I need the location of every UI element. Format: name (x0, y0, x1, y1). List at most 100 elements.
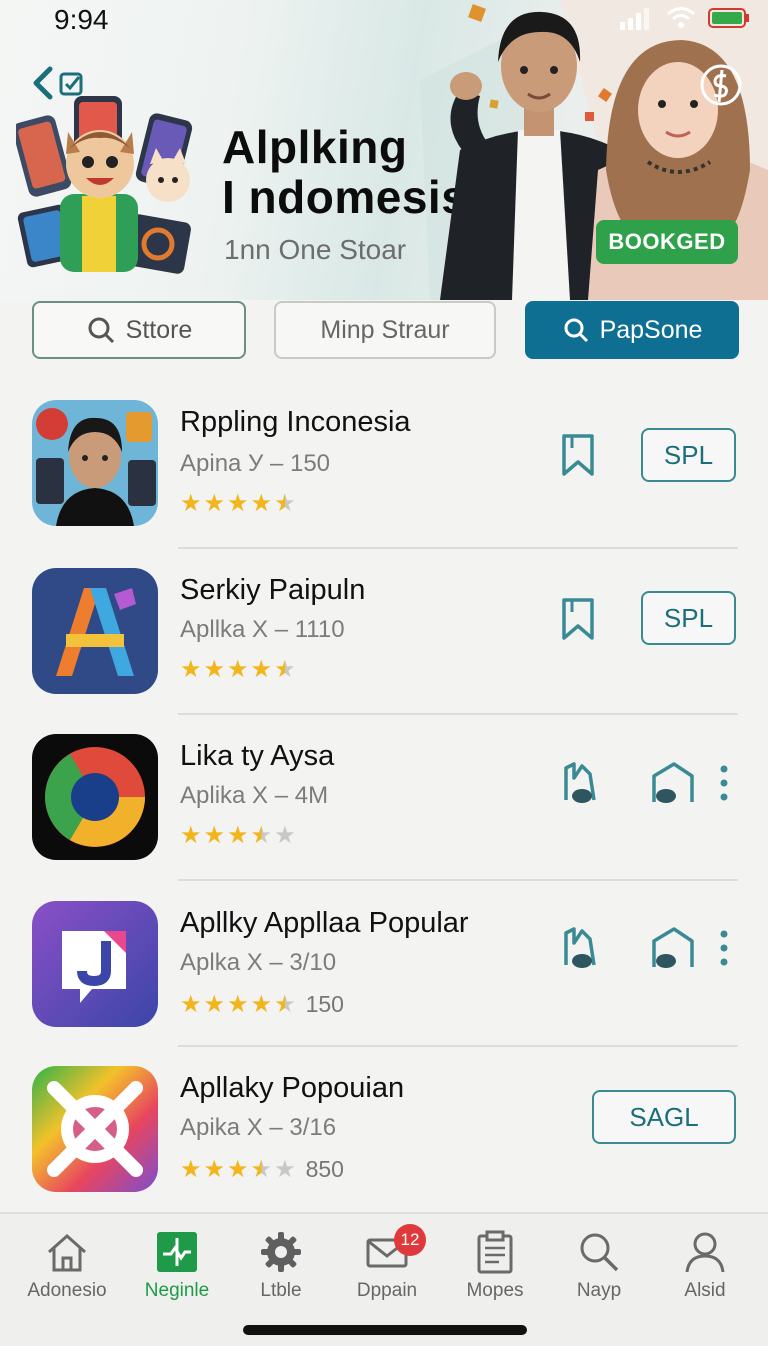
app-meta: Apllka X – 1110 (180, 616, 345, 643)
app-icon (32, 734, 158, 860)
home-outline-icon[interactable] (650, 760, 696, 806)
list-item[interactable]: Lika ty Aysa Aplika X – 4M ★ ★ ★ ★ ★ (0, 732, 768, 898)
nav-item-search[interactable]: Nayp (544, 1230, 654, 1302)
battery-icon (708, 8, 749, 28)
star-rating: ★ ★ ★ ★ ★ (180, 492, 296, 516)
row-divider (178, 547, 738, 549)
profile-icon (685, 1232, 725, 1273)
rating-count: 850 (305, 1156, 344, 1182)
more-vertical-icon[interactable] (718, 764, 730, 804)
store-tab-button[interactable]: Sttore (32, 301, 246, 359)
star-half-icon: ★ (274, 990, 296, 1018)
share-icon[interactable] (560, 760, 600, 806)
nav-item-mopes[interactable]: Mopes (440, 1230, 550, 1302)
share-icon[interactable] (560, 925, 600, 971)
nav-item-home[interactable]: Adonesio (12, 1230, 122, 1302)
list-item[interactable]: Apllaky Popouian Apika X – 3/16 ★ ★ ★ ★ ★ 850… (0, 1064, 768, 1230)
rating-count: 150 (305, 991, 344, 1017)
nav-item-active[interactable]: Neginle (122, 1230, 232, 1302)
app-name: Serkiy Paipuln (180, 574, 366, 606)
app-icon (32, 400, 158, 526)
gear-icon (261, 1232, 301, 1272)
home-indicator[interactable] (243, 1325, 527, 1335)
chart-icon (157, 1232, 197, 1272)
app-name: Apllky Appllaa Popular (180, 907, 469, 939)
star-full-icon: ★ (203, 1155, 226, 1183)
star-empty-icon: ★ (274, 822, 296, 849)
app-meta: Aplika X – 4M (180, 782, 329, 809)
primary-tab-label: PapSone (599, 315, 703, 344)
signal-icon (620, 8, 649, 30)
mascot-illustration (16, 96, 193, 274)
star-full-icon: ★ (250, 490, 273, 517)
nav-item-messages[interactable]: 12 Dppain (332, 1224, 442, 1302)
status-icons (618, 6, 750, 30)
search-icon (88, 317, 114, 344)
app-name: Lika ty Aysa (180, 740, 335, 772)
app-icon (32, 1066, 158, 1192)
store-tab-label: Sttore (125, 315, 193, 344)
star-full-icon: ★ (227, 1155, 249, 1183)
wifi-icon (667, 7, 695, 28)
nav-label: Adonesio (27, 1280, 107, 1301)
star-full-icon: ★ (250, 990, 273, 1018)
nav-label: Ltble (260, 1280, 302, 1301)
star-rating: ★ ★ ★ ★ ★ 150 (180, 991, 344, 1018)
list-item[interactable]: Apllky Appllaa Popular Aplka X – 3/10 ★ ★… (0, 899, 768, 1065)
middle-tab-label: Minp Straur (320, 315, 450, 344)
app-meta: Apina У – 150 (180, 450, 331, 477)
star-full-icon: ★ (227, 490, 249, 517)
bookmark-icon[interactable] (558, 432, 598, 478)
star-rating: ★ ★ ★ ★ ★ (180, 824, 296, 848)
bookmark-icon[interactable] (558, 596, 598, 642)
star-full-icon: ★ (180, 822, 202, 849)
nav-label: Dppain (356, 1280, 418, 1301)
star-half-icon: ★ (274, 656, 296, 683)
star-half-icon: ★ (250, 822, 273, 849)
nav-item-profile[interactable]: Alsid (650, 1230, 760, 1302)
page-subtitle: 1nn One Stoar (224, 234, 407, 265)
star-full-icon: ★ (203, 990, 226, 1018)
primary-search-button[interactable]: PapSone (525, 301, 739, 359)
app-icon (32, 901, 158, 1027)
status-time: 9:94 (54, 4, 109, 35)
clipboard-icon (477, 1230, 513, 1274)
status-bar: 9:94 (0, 0, 768, 40)
star-full-icon: ★ (250, 656, 273, 683)
app-name: Rppling Inconesia (180, 406, 411, 438)
app-action-button[interactable]: SAGL (592, 1090, 736, 1144)
nav-item-settings[interactable]: Ltble (226, 1230, 336, 1302)
notification-badge: 12 (394, 1224, 426, 1256)
nav-label: Nayp (576, 1280, 622, 1301)
star-rating: ★ ★ ★ ★ ★ 850 (180, 1156, 344, 1183)
more-vertical-icon[interactable] (718, 929, 730, 969)
star-full-icon: ★ (227, 822, 249, 849)
middle-tab-button[interactable]: Minp Straur (274, 301, 496, 359)
star-full-icon: ★ (227, 990, 249, 1018)
nav-label: Mopes (466, 1280, 524, 1301)
app-action-button[interactable]: SPL (641, 591, 736, 645)
nav-label: Alsid (684, 1280, 726, 1301)
star-full-icon: ★ (180, 490, 202, 517)
currency-icon[interactable] (698, 62, 744, 108)
home-outline-icon[interactable] (650, 925, 696, 971)
row-divider (178, 1045, 738, 1047)
nav-label: Neginle (144, 1280, 210, 1301)
search-icon (564, 318, 588, 343)
star-full-icon: ★ (180, 990, 202, 1018)
list-item[interactable]: Serkiy Paipuln Apllka X – 1110 ★ ★ ★ ★ ★ SPL (0, 566, 768, 732)
home-icon (48, 1233, 86, 1272)
star-half-icon: ★ (274, 490, 296, 517)
app-action-button[interactable]: SPL (641, 428, 736, 482)
star-rating: ★ ★ ★ ★ ★ (180, 658, 296, 682)
search-icon (580, 1233, 619, 1272)
star-half-icon: ★ (250, 1155, 273, 1183)
star-full-icon: ★ (180, 656, 202, 683)
star-full-icon: ★ (180, 1155, 202, 1183)
list-item[interactable]: Rppling Inconesia Apina У – 150 ★ ★ ★ ★ ★ SP… (0, 398, 768, 564)
status-badge: BOOKGED (596, 220, 738, 264)
app-icon (32, 568, 158, 694)
row-divider (178, 879, 738, 881)
star-full-icon: ★ (227, 656, 249, 683)
star-empty-icon: ★ (274, 1155, 296, 1183)
